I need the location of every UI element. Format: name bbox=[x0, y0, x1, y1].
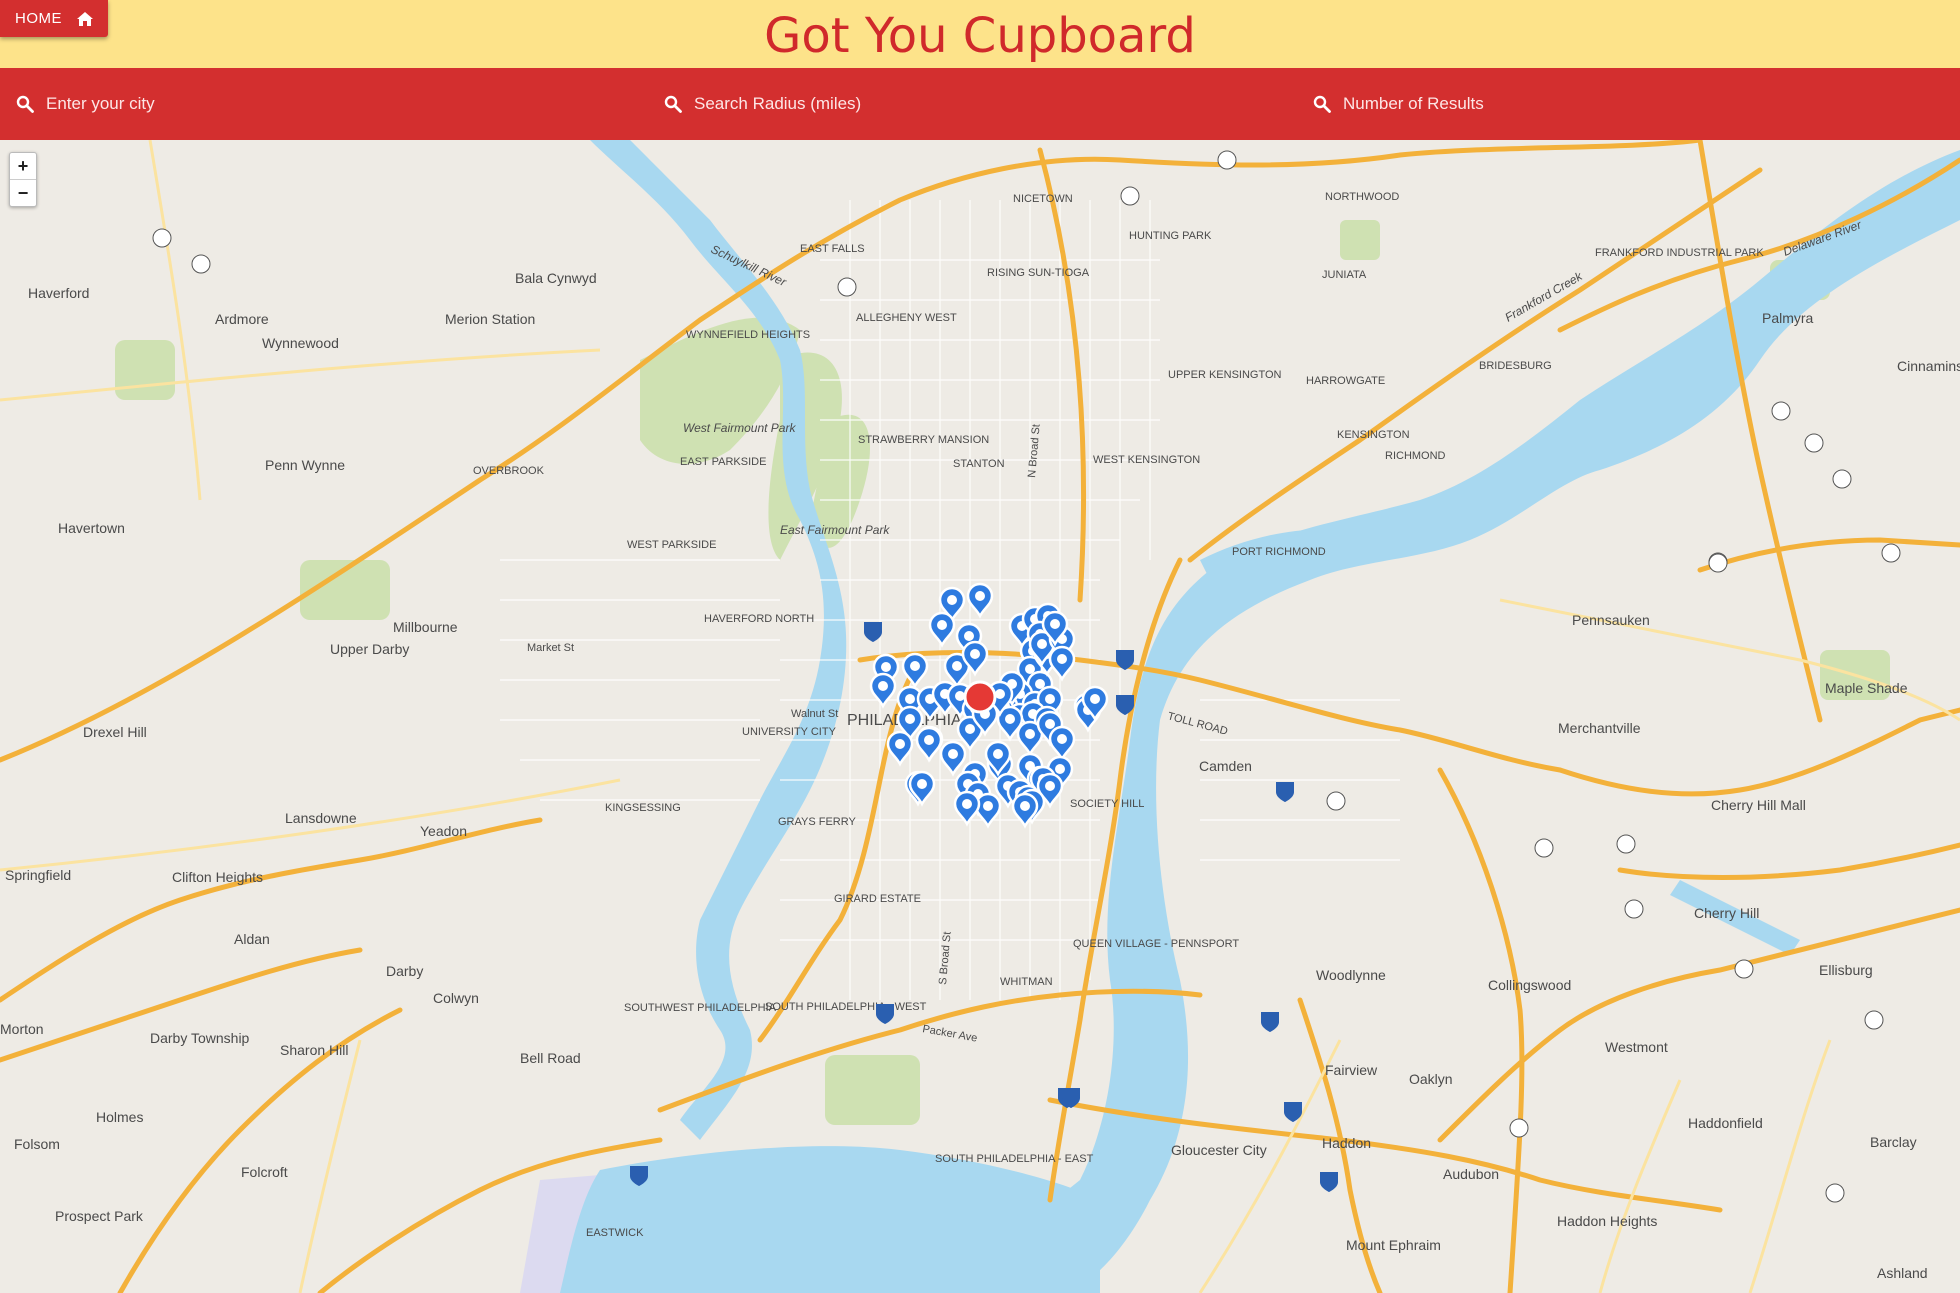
app-header: Got You Cupboard bbox=[0, 0, 1960, 68]
center-location-marker[interactable] bbox=[963, 680, 997, 714]
results-search bbox=[1297, 68, 1917, 140]
food-pantry-markers bbox=[869, 582, 1109, 829]
location-marker[interactable] bbox=[939, 740, 967, 777]
home-button[interactable]: HOME bbox=[0, 0, 108, 37]
search-icon bbox=[1313, 95, 1331, 113]
app-title: Got You Cupboard bbox=[764, 8, 1196, 64]
location-marker[interactable] bbox=[928, 611, 956, 648]
location-marker[interactable] bbox=[915, 726, 943, 763]
search-icon bbox=[664, 95, 682, 113]
home-button-label: HOME bbox=[15, 10, 62, 27]
location-marker[interactable] bbox=[974, 792, 1002, 829]
map-view[interactable]: Bala Cynwyd Haverford Ardmore Wynnewood … bbox=[0, 140, 1960, 1293]
search-icon bbox=[16, 95, 34, 113]
home-icon bbox=[77, 11, 93, 26]
zoom-out-button[interactable]: − bbox=[10, 179, 36, 206]
location-marker[interactable] bbox=[901, 652, 929, 689]
location-marker[interactable] bbox=[966, 582, 994, 619]
location-marker[interactable] bbox=[1048, 645, 1076, 682]
city-search bbox=[0, 68, 620, 140]
zoom-control: + − bbox=[9, 152, 37, 207]
location-marker[interactable] bbox=[1048, 725, 1076, 762]
results-input[interactable] bbox=[1341, 93, 1905, 115]
location-marker[interactable] bbox=[953, 790, 981, 827]
search-bar bbox=[0, 68, 1960, 140]
location-marker[interactable] bbox=[886, 730, 914, 767]
radius-search bbox=[648, 68, 1268, 140]
city-input[interactable] bbox=[44, 93, 608, 115]
location-marker[interactable] bbox=[869, 672, 897, 709]
zoom-in-button[interactable]: + bbox=[10, 153, 36, 179]
radius-input[interactable] bbox=[692, 93, 1256, 115]
